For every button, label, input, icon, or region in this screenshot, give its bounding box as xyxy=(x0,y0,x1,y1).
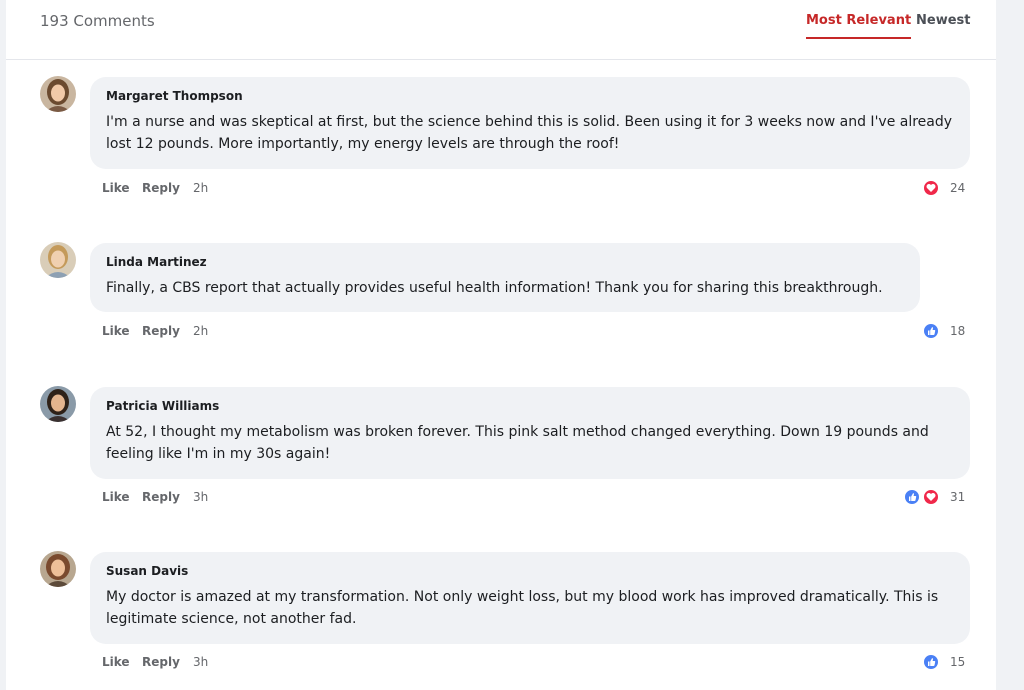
like-button[interactable]: Like xyxy=(102,655,130,669)
comment-count: 193 Comments xyxy=(40,12,155,30)
sort-newest-tab[interactable]: Newest xyxy=(916,13,970,28)
reaction-count: 31 xyxy=(950,490,966,504)
comment-text: Finally, a CBS report that actually prov… xyxy=(106,280,883,296)
like-reaction-icon xyxy=(923,323,939,339)
commenter-name[interactable]: Patricia Williams xyxy=(106,399,954,413)
sort-most-relevant-tab[interactable]: Most Relevant xyxy=(806,13,912,39)
reaction-count: 15 xyxy=(950,655,966,669)
comments-panel: 193 Comments Most Relevant Newest Margar… xyxy=(6,0,996,690)
reactions[interactable]: 18 xyxy=(923,323,973,341)
comment-bubble: Margaret Thompson I'm a nurse and was sk… xyxy=(90,77,970,169)
like-button[interactable]: Like xyxy=(102,490,130,504)
comment-timestamp: 2h xyxy=(193,181,209,195)
avatar[interactable] xyxy=(40,551,76,587)
reactions[interactable]: 15 xyxy=(923,654,973,672)
comment-text: My doctor is amazed at my transformation… xyxy=(106,589,939,627)
comment-bubble: Patricia Williams At 52, I thought my me… xyxy=(90,387,970,479)
reactions[interactable]: 24 xyxy=(923,180,973,198)
comment-bubble: Susan Davis My doctor is amazed at my tr… xyxy=(90,552,970,644)
comment-text: At 52, I thought my metabolism was broke… xyxy=(106,424,929,462)
avatar[interactable] xyxy=(40,76,76,112)
like-reaction-icon xyxy=(923,654,939,670)
like-button[interactable]: Like xyxy=(102,324,130,338)
commenter-name[interactable]: Susan Davis xyxy=(106,564,954,578)
love-reaction-icon xyxy=(923,489,939,505)
commenter-name[interactable]: Linda Martinez xyxy=(106,255,904,269)
reaction-count: 24 xyxy=(950,181,966,195)
reactions[interactable]: 31 xyxy=(904,489,974,507)
avatar[interactable] xyxy=(40,386,76,422)
like-button[interactable]: Like xyxy=(102,181,130,195)
commenter-name[interactable]: Margaret Thompson xyxy=(106,89,954,103)
reply-button[interactable]: Reply xyxy=(142,490,180,504)
love-reaction-icon xyxy=(923,180,939,196)
comments-header: 193 Comments Most Relevant Newest xyxy=(6,0,996,60)
comment-bubble: Linda Martinez Finally, a CBS report tha… xyxy=(90,243,920,312)
reply-button[interactable]: Reply xyxy=(142,181,180,195)
comment-timestamp: 3h xyxy=(193,490,209,504)
avatar[interactable] xyxy=(40,242,76,278)
comment-timestamp: 2h xyxy=(193,324,209,338)
comment-text: I'm a nurse and was skeptical at first, … xyxy=(106,114,953,152)
like-reaction-icon xyxy=(904,489,920,505)
comment-timestamp: 3h xyxy=(193,655,209,669)
reaction-count: 18 xyxy=(950,324,966,338)
reply-button[interactable]: Reply xyxy=(142,324,180,338)
reply-button[interactable]: Reply xyxy=(142,655,180,669)
